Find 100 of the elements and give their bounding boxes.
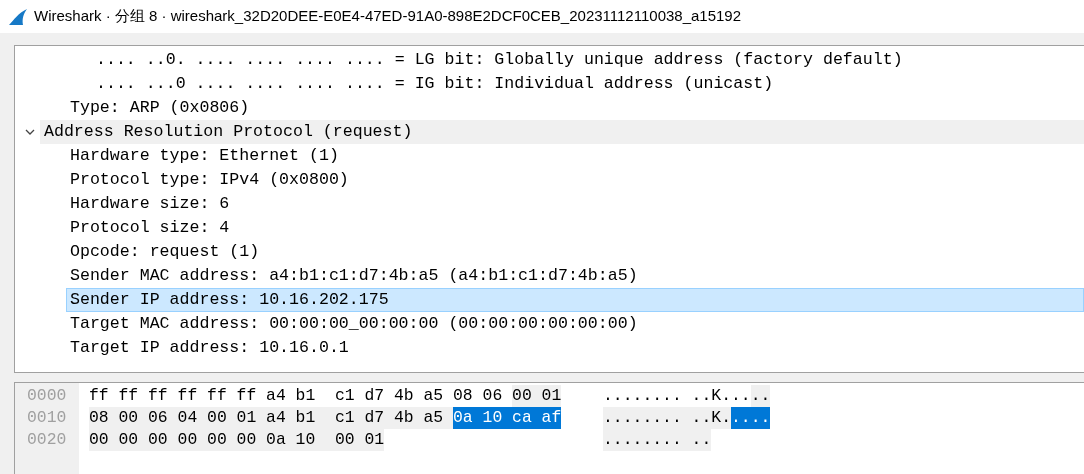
tree-item[interactable]: Hardware type: Ethernet (1) bbox=[66, 144, 1084, 168]
ascii-char[interactable]: . bbox=[671, 429, 692, 451]
tree-item[interactable]: Protocol type: IPv4 (0x0800) bbox=[66, 168, 1084, 192]
hex-byte[interactable]: 00 bbox=[334, 429, 365, 451]
ascii-char[interactable]: . bbox=[622, 407, 633, 429]
hex-byte[interactable]: 00 bbox=[207, 407, 237, 429]
hex-byte[interactable]: b1 bbox=[295, 385, 335, 407]
ascii-char[interactable]: . bbox=[603, 385, 613, 407]
ascii-char[interactable]: . bbox=[612, 407, 623, 429]
ascii-char[interactable]: . bbox=[632, 407, 643, 429]
ascii-char[interactable]: . bbox=[652, 407, 663, 429]
ascii-char[interactable]: . bbox=[622, 385, 633, 407]
ascii-char[interactable]: . bbox=[740, 407, 751, 429]
hex-byte[interactable]: d7 bbox=[364, 407, 394, 429]
ascii-char[interactable]: . bbox=[740, 385, 751, 407]
hex-byte[interactable]: c1 bbox=[334, 385, 365, 407]
hex-byte[interactable]: ff bbox=[89, 385, 119, 407]
tree-item[interactable]: Sender MAC address: a4:b1:c1:d7:4b:a5 (a4:b1:c1:d7:4b:a5) bbox=[66, 264, 1084, 288]
ascii-char[interactable]: . bbox=[750, 407, 761, 429]
chevron-down-icon[interactable] bbox=[25, 127, 35, 137]
tree-item[interactable]: .... ..0. .... .... .... .... = LG bit: Globally unique address (factory default) bbox=[92, 48, 1084, 72]
hex-byte[interactable]: 00 bbox=[512, 385, 542, 407]
ascii-char[interactable]: . bbox=[622, 429, 633, 451]
hex-byte[interactable]: a5 bbox=[423, 407, 454, 429]
hex-byte[interactable]: 10 bbox=[295, 429, 335, 451]
ascii-char[interactable]: . bbox=[642, 407, 653, 429]
ascii-char[interactable]: K bbox=[711, 385, 722, 407]
ascii-char[interactable]: . bbox=[652, 429, 663, 451]
ascii-char[interactable]: . bbox=[632, 429, 643, 451]
hex-byte[interactable]: 00 bbox=[177, 429, 208, 451]
ascii-char[interactable]: . bbox=[603, 429, 613, 451]
tree-item[interactable]: Hardware size: 6 bbox=[66, 192, 1084, 216]
ascii-char[interactable]: . bbox=[652, 385, 663, 407]
ascii-char[interactable]: . bbox=[662, 407, 672, 429]
hex-byte[interactable]: 08 bbox=[453, 385, 483, 407]
hex-byte[interactable]: 00 bbox=[89, 429, 119, 451]
tree-item[interactable]: Address Resolution Protocol (request) bbox=[40, 120, 1084, 144]
hex-byte[interactable]: 00 bbox=[236, 429, 267, 451]
ascii-char[interactable]: . bbox=[612, 429, 623, 451]
hex-byte[interactable]: af bbox=[541, 407, 562, 429]
ascii-char[interactable]: . bbox=[701, 407, 712, 429]
ascii-char[interactable]: . bbox=[662, 385, 672, 407]
hex-byte[interactable]: ff bbox=[118, 385, 149, 407]
hex-byte[interactable]: 01 bbox=[364, 429, 385, 451]
ascii-char[interactable]: . bbox=[730, 385, 741, 407]
hex-byte[interactable]: 0a bbox=[453, 407, 483, 429]
hex-byte[interactable]: 4b bbox=[394, 385, 424, 407]
hex-byte[interactable]: 0a bbox=[266, 429, 296, 451]
hex-byte[interactable]: a5 bbox=[423, 385, 454, 407]
hex-byte[interactable]: 00 bbox=[148, 429, 178, 451]
tree-item[interactable]: Target MAC address: 00:00:00_00:00:00 (00:00:00:00:00:00) bbox=[66, 312, 1084, 336]
hex-byte[interactable]: ff bbox=[148, 385, 178, 407]
tree-item[interactable]: Target IP address: 10.16.0.1 bbox=[66, 336, 1084, 360]
hex-byte[interactable]: 01 bbox=[236, 407, 267, 429]
ascii-char[interactable]: . bbox=[701, 429, 712, 451]
ascii-char[interactable]: . bbox=[671, 385, 692, 407]
ascii-char[interactable]: . bbox=[721, 407, 731, 429]
tree-item[interactable]: Type: ARP (0x0806) bbox=[66, 96, 1084, 120]
hex-byte[interactable]: a4 bbox=[266, 385, 296, 407]
ascii-char[interactable]: . bbox=[691, 407, 702, 429]
hex-byte[interactable]: 06 bbox=[148, 407, 178, 429]
tree-item[interactable]: Opcode: request (1) bbox=[66, 240, 1084, 264]
hex-byte[interactable]: 04 bbox=[177, 407, 208, 429]
hex-byte[interactable]: 00 bbox=[118, 429, 149, 451]
hex-byte[interactable]: 06 bbox=[482, 385, 513, 407]
ascii-char[interactable]: . bbox=[662, 429, 672, 451]
hex-byte[interactable]: d7 bbox=[364, 385, 394, 407]
tree-item[interactable]: Protocol size: 4 bbox=[66, 216, 1084, 240]
ascii-char[interactable]: . bbox=[691, 385, 702, 407]
hex-byte[interactable]: ca bbox=[512, 407, 542, 429]
hex-byte[interactable]: 08 bbox=[89, 407, 119, 429]
window-title: Wireshark · 分组 8 · wireshark_32D20DEE-E0E4-47ED-91A0-898E2DCF0CEB_20231112110038_a15192 bbox=[34, 6, 742, 27]
ascii-char[interactable]: K bbox=[711, 407, 722, 429]
ascii-char[interactable]: . bbox=[730, 407, 741, 429]
hex-byte[interactable]: 00 bbox=[207, 429, 237, 451]
ascii-char[interactable]: . bbox=[612, 385, 623, 407]
ascii-char[interactable]: . bbox=[760, 407, 771, 429]
hex-byte[interactable]: 10 bbox=[482, 407, 513, 429]
hex-byte[interactable]: ff bbox=[207, 385, 237, 407]
ascii-char[interactable]: . bbox=[701, 385, 712, 407]
ascii-char[interactable]: . bbox=[750, 385, 761, 407]
hex-byte[interactable]: ff bbox=[177, 385, 208, 407]
tree-item[interactable]: .... ...0 .... .... .... .... = IG bit: Individual address (unicast) bbox=[92, 72, 1084, 96]
hex-byte[interactable]: 01 bbox=[541, 385, 562, 407]
ascii-char[interactable]: . bbox=[642, 429, 653, 451]
tree-item[interactable]: Sender IP address: 10.16.202.175 bbox=[66, 288, 1084, 312]
hex-byte[interactable]: a4 bbox=[266, 407, 296, 429]
ascii-char[interactable]: . bbox=[671, 407, 692, 429]
ascii-char[interactable]: . bbox=[691, 429, 702, 451]
hex-byte[interactable]: c1 bbox=[334, 407, 365, 429]
ascii-char[interactable]: . bbox=[721, 385, 731, 407]
hex-byte[interactable]: ff bbox=[236, 385, 267, 407]
ascii-char[interactable]: . bbox=[642, 385, 653, 407]
shark-fin-icon bbox=[8, 7, 28, 26]
ascii-char[interactable]: . bbox=[603, 407, 613, 429]
ascii-char[interactable]: . bbox=[760, 385, 771, 407]
hex-byte[interactable]: 00 bbox=[118, 407, 149, 429]
hex-byte[interactable]: 4b bbox=[394, 407, 424, 429]
ascii-char[interactable]: . bbox=[632, 385, 643, 407]
hex-byte[interactable]: b1 bbox=[295, 407, 335, 429]
